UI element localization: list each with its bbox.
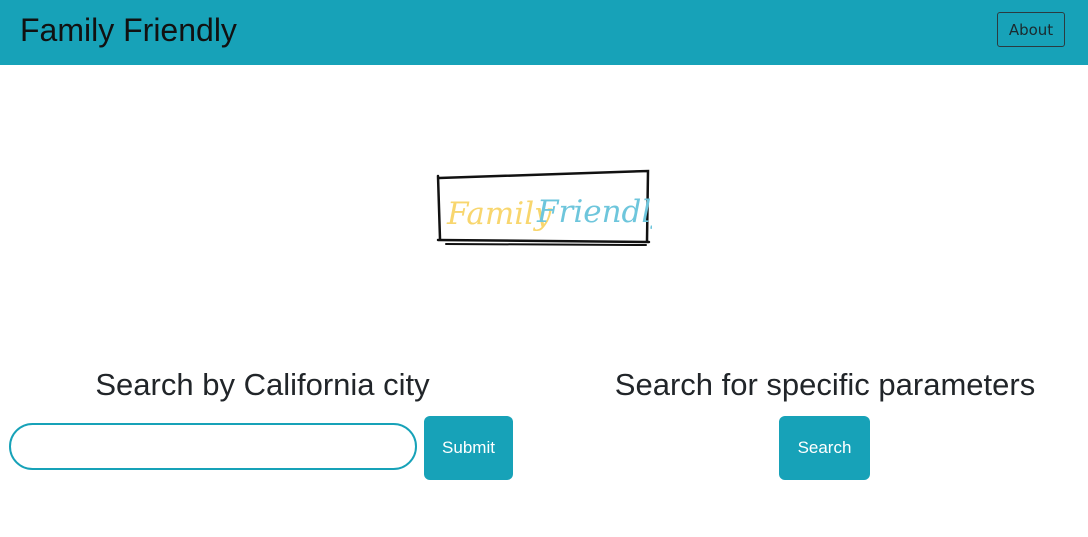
- family-friendly-logo: Family Friendly: [436, 169, 652, 246]
- city-search-input[interactable]: [9, 423, 417, 470]
- navbar-brand[interactable]: Family Friendly: [20, 11, 237, 49]
- navbar: Family Friendly About: [0, 0, 1088, 65]
- parameter-search-heading: Search for specific parameters: [614, 367, 1036, 402]
- city-search-heading: Search by California city: [95, 367, 430, 402]
- logo-word-friendly: Friendly: [536, 194, 652, 230]
- submit-button[interactable]: Submit: [424, 416, 513, 480]
- about-button[interactable]: About: [997, 12, 1065, 47]
- search-button[interactable]: Search: [779, 416, 870, 480]
